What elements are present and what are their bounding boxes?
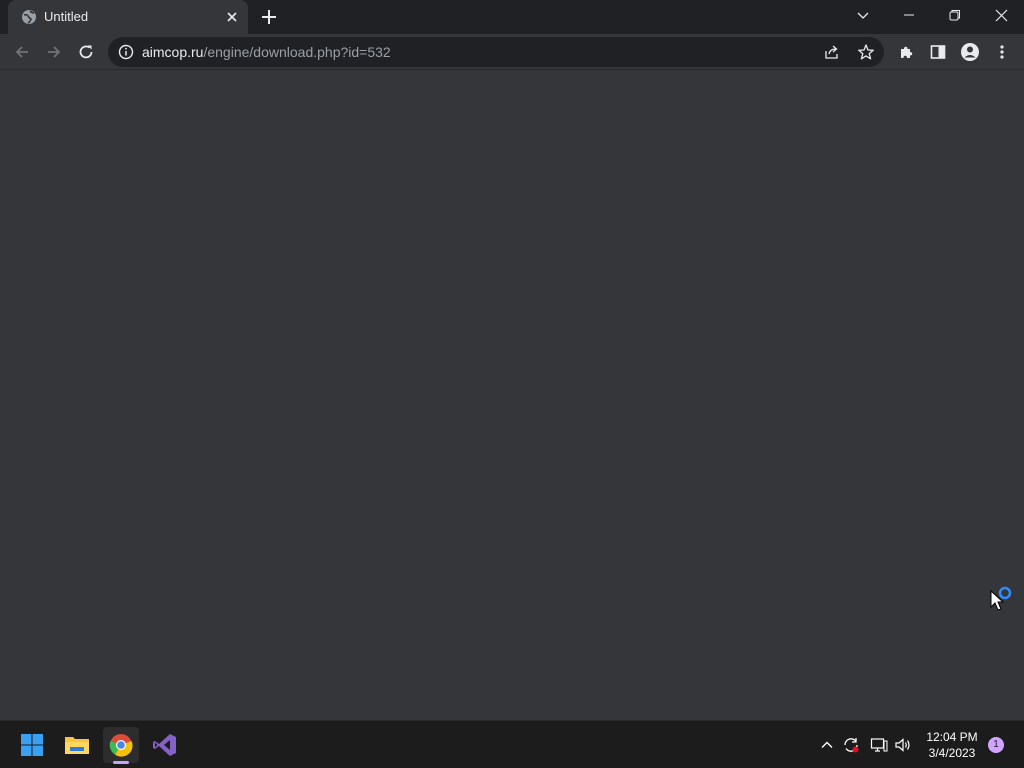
- notification-badge[interactable]: 1: [988, 737, 1004, 753]
- forward-button[interactable]: [42, 40, 66, 64]
- side-panel-icon: [930, 45, 946, 59]
- tab-untitled[interactable]: Untitled: [8, 0, 248, 34]
- close-icon: [995, 9, 1007, 21]
- tab-strip: Untitled: [0, 0, 1024, 34]
- forward-arrow-icon: [48, 46, 61, 58]
- folder-icon: [65, 737, 89, 754]
- visual-studio-icon: [153, 734, 176, 756]
- system-clock[interactable]: 12:04 PM 3/4/2023: [920, 729, 984, 761]
- share-icon[interactable]: [824, 44, 840, 60]
- menu-button[interactable]: [990, 40, 1014, 64]
- profile-button[interactable]: [958, 40, 982, 64]
- busy-cursor-icon: [990, 586, 1012, 611]
- address-bar[interactable]: aimcop.ru/engine/download.php?id=532: [108, 37, 884, 67]
- profile-avatar-icon: [961, 43, 979, 61]
- sync-status-button[interactable]: [842, 736, 860, 754]
- bookmark-star-icon[interactable]: [857, 43, 875, 61]
- kebab-menu-icon: [1000, 45, 1004, 59]
- visual-studio-button[interactable]: [147, 727, 183, 763]
- puzzle-icon: [900, 46, 912, 58]
- chrome-icon: [109, 734, 133, 757]
- chevron-down-icon: [857, 12, 869, 19]
- speaker-icon: [895, 738, 910, 752]
- volume-button[interactable]: [894, 736, 912, 754]
- restore-icon: [949, 10, 960, 21]
- network-button[interactable]: [870, 736, 888, 754]
- clock-time: 12:04 PM: [926, 730, 978, 744]
- site-info-icon[interactable]: [118, 44, 134, 60]
- start-button[interactable]: [14, 727, 50, 763]
- sync-alert-icon: [844, 738, 859, 753]
- reload-icon: [79, 45, 93, 59]
- new-tab-icon[interactable]: [260, 8, 278, 26]
- back-button[interactable]: [10, 40, 34, 64]
- file-explorer-button[interactable]: [59, 727, 95, 763]
- tab-search-button[interactable]: [840, 0, 886, 30]
- windows-logo-icon: [21, 734, 43, 756]
- clock-date: 3/4/2023: [928, 746, 976, 760]
- close-tab-icon[interactable]: [224, 9, 240, 25]
- chrome-taskbar-button[interactable]: [103, 727, 139, 763]
- extensions-button[interactable]: [894, 40, 918, 64]
- back-arrow-icon: [15, 46, 28, 58]
- minimize-icon: [904, 14, 914, 16]
- show-hidden-icons-button[interactable]: [818, 736, 836, 754]
- tab-title: Untitled: [44, 9, 89, 24]
- chevron-up-icon: [821, 741, 833, 748]
- taskbar: 12:04 PM 3/4/2023 1: [0, 720, 1024, 768]
- close-window-button[interactable]: [978, 0, 1024, 30]
- browser-toolbar: aimcop.ru/engine/download.php?id=532: [0, 34, 1024, 70]
- restore-button[interactable]: [932, 0, 978, 30]
- url-path: /engine/download.php?id=532: [203, 44, 391, 60]
- page-content: [0, 70, 1024, 720]
- reload-button[interactable]: [74, 40, 98, 64]
- side-panel-button[interactable]: [926, 40, 950, 64]
- network-monitor-icon: [870, 738, 888, 752]
- globe-icon: [22, 10, 36, 24]
- browser-window: Untitled aimcop.ru/engine/download.php?i…: [0, 0, 1024, 720]
- url-host: aimcop.ru: [142, 44, 204, 60]
- url-text[interactable]: aimcop.ru/engine/download.php?id=532: [142, 44, 391, 60]
- minimize-button[interactable]: [886, 0, 932, 30]
- active-app-indicator: [113, 761, 129, 764]
